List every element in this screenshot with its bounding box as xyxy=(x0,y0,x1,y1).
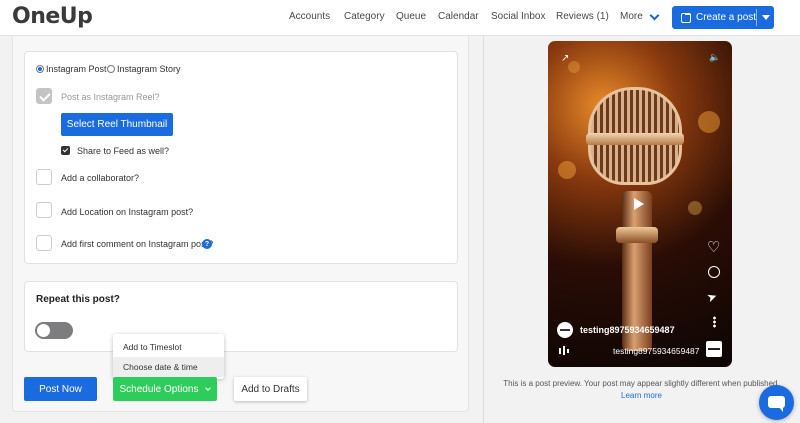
repeat-toggle[interactable] xyxy=(35,322,73,339)
radio-instagram-story[interactable] xyxy=(107,65,115,73)
more-options-icon xyxy=(713,316,716,328)
oneup-logo[interactable]: OneUp xyxy=(12,4,93,29)
nav-social-inbox[interactable]: Social Inbox xyxy=(491,11,545,22)
external-link-icon[interactable]: ↗ xyxy=(561,53,569,64)
chat-button[interactable] xyxy=(759,385,794,420)
audio-thumbnail-icon xyxy=(706,341,722,357)
create-post-label: Create a post xyxy=(696,12,757,23)
menu-add-to-timeslot[interactable]: Add to Timeslot xyxy=(113,337,224,357)
post-now-button[interactable]: Post Now xyxy=(24,377,97,401)
location-label: Add Location on Instagram post? xyxy=(61,207,194,217)
play-icon[interactable] xyxy=(634,198,644,210)
repeat-card xyxy=(24,281,458,352)
reel-checkbox[interactable] xyxy=(36,88,52,104)
preview-note: This is a post preview. Your post may ap… xyxy=(503,379,780,388)
heart-icon: ♡ xyxy=(707,239,721,256)
top-nav-bar: OneUp Accounts Category Queue Calendar S… xyxy=(0,0,800,36)
create-post-button[interactable]: Create a post xyxy=(672,6,774,29)
avatar xyxy=(557,322,573,338)
audio-bars-icon xyxy=(559,346,569,355)
add-to-drafts-button[interactable]: Add to Drafts xyxy=(234,377,307,401)
first-comment-label: Add first comment on Instagram post? xyxy=(61,239,214,249)
menu-choose-date-time[interactable]: Choose date & time xyxy=(113,357,224,377)
chevron-down-icon xyxy=(649,10,660,20)
comment-icon xyxy=(708,266,720,278)
select-reel-thumbnail-button[interactable]: Select Reel Thumbnail xyxy=(61,113,173,136)
audio-username: testing8975934659487 xyxy=(613,346,700,356)
share-feed-checkbox[interactable] xyxy=(61,146,70,155)
external-create-icon xyxy=(681,12,691,23)
nav-accounts[interactable]: Accounts xyxy=(289,11,330,22)
schedule-options-menu: Add to Timeslot Choose date & time xyxy=(113,334,224,379)
reel-label: Post as Instagram Reel? xyxy=(61,92,160,102)
radio-instagram-post-label: Instagram Post xyxy=(46,64,107,74)
learn-more-link[interactable]: Learn more xyxy=(483,391,800,400)
nav-reviews[interactable]: Reviews (1) xyxy=(556,11,609,22)
repeat-title: Repeat this post? xyxy=(36,294,120,305)
chat-icon xyxy=(768,396,785,412)
radio-instagram-post[interactable] xyxy=(36,65,44,73)
schedule-options-button[interactable]: Schedule Options xyxy=(113,377,217,401)
nav-calendar[interactable]: Calendar xyxy=(438,11,479,22)
preview-username: testing8975934659487 xyxy=(580,325,675,335)
radio-instagram-story-label: Instagram Story xyxy=(117,64,181,74)
nav-more[interactable]: More xyxy=(620,10,660,22)
nav-category[interactable]: Category xyxy=(344,11,385,22)
nav-more-label: More xyxy=(620,11,643,22)
chevron-down-icon xyxy=(205,384,212,391)
collaborator-checkbox[interactable] xyxy=(36,169,52,185)
button-divider xyxy=(756,9,757,26)
help-icon[interactable]: ? xyxy=(202,239,212,249)
schedule-options-label: Schedule Options xyxy=(119,383,199,395)
location-checkbox[interactable] xyxy=(36,202,52,218)
first-comment-checkbox[interactable] xyxy=(36,235,52,251)
nav-queue[interactable]: Queue xyxy=(396,11,426,22)
caret-down-icon[interactable] xyxy=(762,15,770,20)
speaker-icon[interactable]: 🔈 xyxy=(709,52,720,63)
share-feed-label: Share to Feed as well? xyxy=(77,146,170,156)
instagram-options-card xyxy=(24,51,458,264)
collaborator-label: Add a collaborator? xyxy=(61,173,140,183)
